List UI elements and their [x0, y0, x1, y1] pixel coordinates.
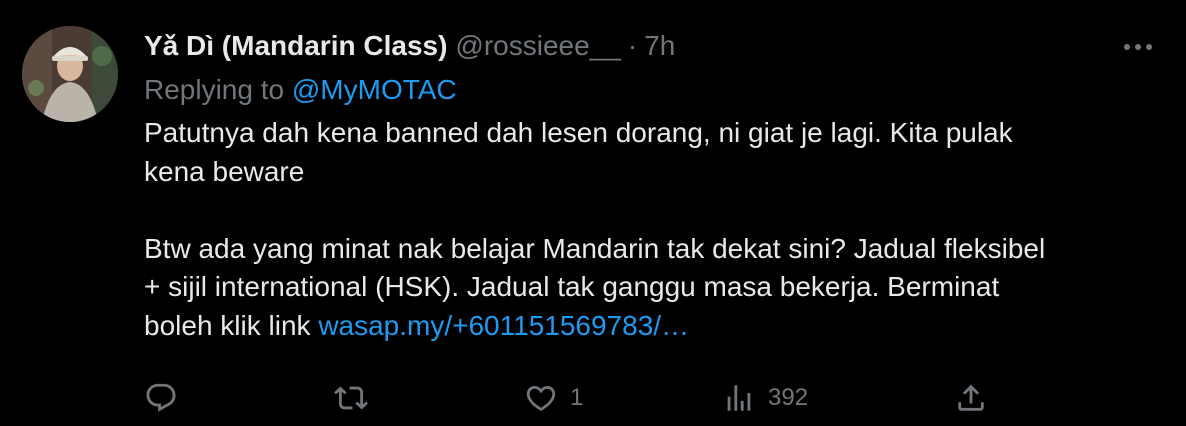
tweet[interactable]: Yǎ Dì (Mandarin Class) @rossieee__ · 7h … — [0, 0, 1186, 426]
tweet-text: Patutnya dah kena banned dah lesen doran… — [144, 114, 1154, 345]
timestamp[interactable]: 7h — [644, 30, 675, 62]
body-text: boleh klik link — [144, 309, 311, 341]
tweet-link[interactable]: wasap.my/+601151569783/… — [318, 310, 689, 341]
share-button[interactable] — [954, 376, 988, 420]
avatar[interactable] — [22, 26, 118, 122]
body-line: boleh klik link wasap.my/+601151569783/… — [144, 307, 1154, 346]
like-count: 1 — [570, 384, 584, 411]
share-icon — [958, 384, 984, 411]
replying-handle-link[interactable]: @MyMOTAC — [292, 74, 457, 105]
action-bar: 1 392 — [144, 376, 1004, 420]
views-button[interactable]: 392 — [722, 376, 808, 420]
body-line: + sijil international (HSK). Jadual tak … — [144, 271, 1000, 302]
reply-icon — [146, 383, 176, 412]
views-count: 392 — [768, 384, 809, 411]
views-icon — [727, 385, 751, 411]
reply-button[interactable] — [144, 376, 178, 420]
more-button[interactable] — [1118, 30, 1158, 64]
avatar-image — [22, 26, 118, 122]
author-handle[interactable]: @rossieee__ — [455, 30, 620, 62]
separator: · — [627, 30, 638, 61]
replying-prefix: Replying to — [144, 74, 285, 105]
tweet-header: Yǎ Dì (Mandarin Class) @rossieee__ · 7h — [144, 30, 675, 64]
like-button[interactable]: 1 — [524, 376, 583, 420]
body-line: kena beware — [144, 155, 305, 187]
more-icon — [1124, 44, 1152, 50]
like-icon — [526, 385, 556, 411]
retweet-icon — [334, 386, 368, 410]
retweet-button[interactable] — [334, 376, 368, 420]
author-name[interactable]: Yǎ Dì (Mandarin Class) — [144, 30, 447, 62]
replying-to: Replying to @MyMOTAC — [144, 74, 457, 106]
body-line: Patutnya dah kena banned dah lesen doran… — [144, 117, 1013, 148]
body-line: Btw ada yang minat nak belajar Mandarin … — [144, 232, 1046, 264]
